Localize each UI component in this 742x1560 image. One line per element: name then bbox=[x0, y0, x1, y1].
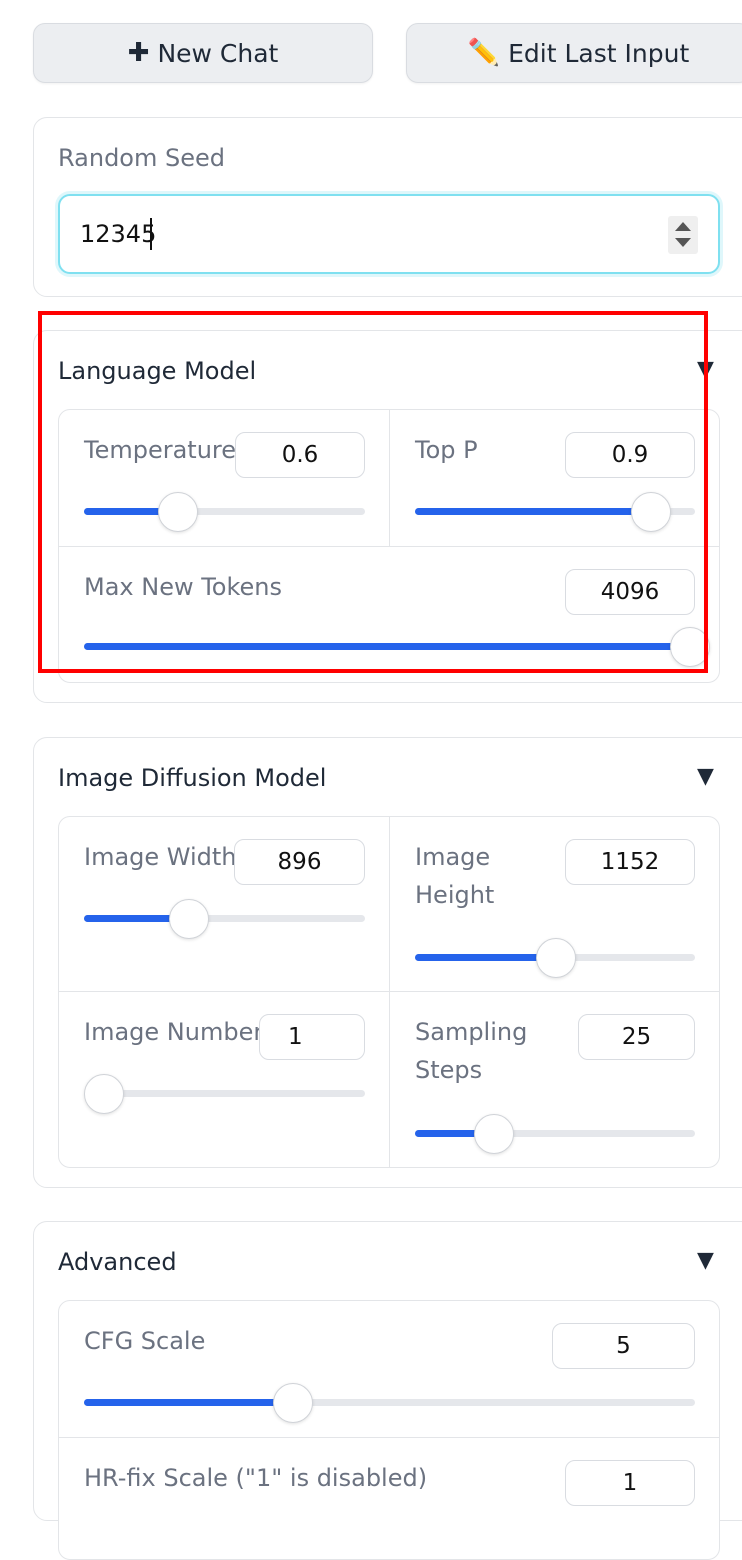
collapse-triangle-icon[interactable]: ▼ bbox=[697, 764, 714, 789]
slider-handle[interactable] bbox=[474, 1114, 514, 1154]
slider-handle[interactable] bbox=[536, 938, 576, 978]
stepper-up-icon[interactable] bbox=[675, 222, 691, 231]
image-height-input[interactable]: 1152 bbox=[565, 839, 695, 885]
image-width-control: Image Width 896 bbox=[59, 817, 389, 991]
image-model-controls: Image Width 896 Image Height 1152 Image … bbox=[58, 816, 720, 1168]
sampling-steps-label-line1: Sampling bbox=[415, 1018, 528, 1046]
cfg-scale-input[interactable]: 5 bbox=[552, 1323, 695, 1369]
image-number-input[interactable]: 1 bbox=[259, 1014, 365, 1060]
collapse-triangle-icon[interactable]: ▼ bbox=[697, 1248, 714, 1273]
image-width-label: Image Width bbox=[84, 843, 237, 871]
image-width-slider[interactable] bbox=[84, 899, 365, 939]
slider-fill bbox=[84, 1399, 292, 1406]
hr-fix-scale-label: HR-fix Scale ("1" is disabled) bbox=[84, 1464, 428, 1492]
image-number-label: Image Number bbox=[84, 1018, 264, 1046]
image-diffusion-model-title[interactable]: Image Diffusion Model bbox=[58, 764, 326, 792]
highlight-box bbox=[38, 311, 708, 673]
new-chat-label: New Chat bbox=[157, 38, 279, 68]
slider-fill bbox=[415, 954, 555, 961]
cfg-scale-control: CFG Scale 5 bbox=[59, 1301, 719, 1437]
random-seed-panel: Random Seed 12345 bbox=[33, 117, 742, 297]
plus-icon: ✚ bbox=[127, 38, 150, 68]
new-chat-button[interactable]: ✚ New Chat bbox=[33, 23, 373, 83]
advanced-panel: Advanced ▼ CFG Scale 5 HR-fix Scale ("1"… bbox=[33, 1221, 742, 1560]
advanced-title[interactable]: Advanced bbox=[58, 1248, 177, 1276]
image-height-control: Image Height 1152 bbox=[390, 817, 719, 991]
sampling-steps-input[interactable]: 25 bbox=[578, 1014, 695, 1060]
hr-fix-scale-input[interactable]: 1 bbox=[565, 1460, 695, 1506]
sampling-steps-control: Sampling Steps 25 bbox=[390, 992, 719, 1167]
text-caret bbox=[150, 218, 152, 250]
stepper-down-icon[interactable] bbox=[675, 238, 691, 247]
slider-handle[interactable] bbox=[84, 1074, 124, 1114]
image-diffusion-model-panel: Image Diffusion Model ▼ Image Width 896 … bbox=[33, 737, 742, 1188]
seed-stepper[interactable] bbox=[668, 216, 698, 254]
advanced-controls: CFG Scale 5 HR-fix Scale ("1" is disable… bbox=[58, 1300, 720, 1560]
image-width-input[interactable]: 896 bbox=[234, 839, 365, 885]
random-seed-label: Random Seed bbox=[58, 144, 225, 172]
edit-last-input-button[interactable]: ✏️ Edit Last Input bbox=[406, 23, 742, 83]
image-number-control: Image Number 1 bbox=[59, 992, 389, 1167]
image-height-label-line2: Height bbox=[415, 881, 495, 909]
image-height-label-line1: Image bbox=[415, 843, 491, 871]
hr-fix-scale-control: HR-fix Scale ("1" is disabled) 1 bbox=[59, 1438, 719, 1558]
cfg-scale-label: CFG Scale bbox=[84, 1327, 206, 1355]
random-seed-input[interactable]: 12345 bbox=[58, 194, 720, 274]
slider-handle[interactable] bbox=[169, 899, 209, 939]
pencil-icon: ✏️ bbox=[467, 38, 501, 68]
edit-last-input-label: Edit Last Input bbox=[508, 38, 690, 68]
sampling-steps-slider[interactable] bbox=[415, 1114, 695, 1154]
cfg-scale-slider[interactable] bbox=[84, 1383, 695, 1423]
sampling-steps-label-line2: Steps bbox=[415, 1056, 483, 1084]
image-number-slider[interactable] bbox=[84, 1074, 365, 1114]
image-height-slider[interactable] bbox=[415, 938, 695, 978]
random-seed-value: 12345 bbox=[80, 220, 157, 248]
slider-handle[interactable] bbox=[273, 1383, 313, 1423]
